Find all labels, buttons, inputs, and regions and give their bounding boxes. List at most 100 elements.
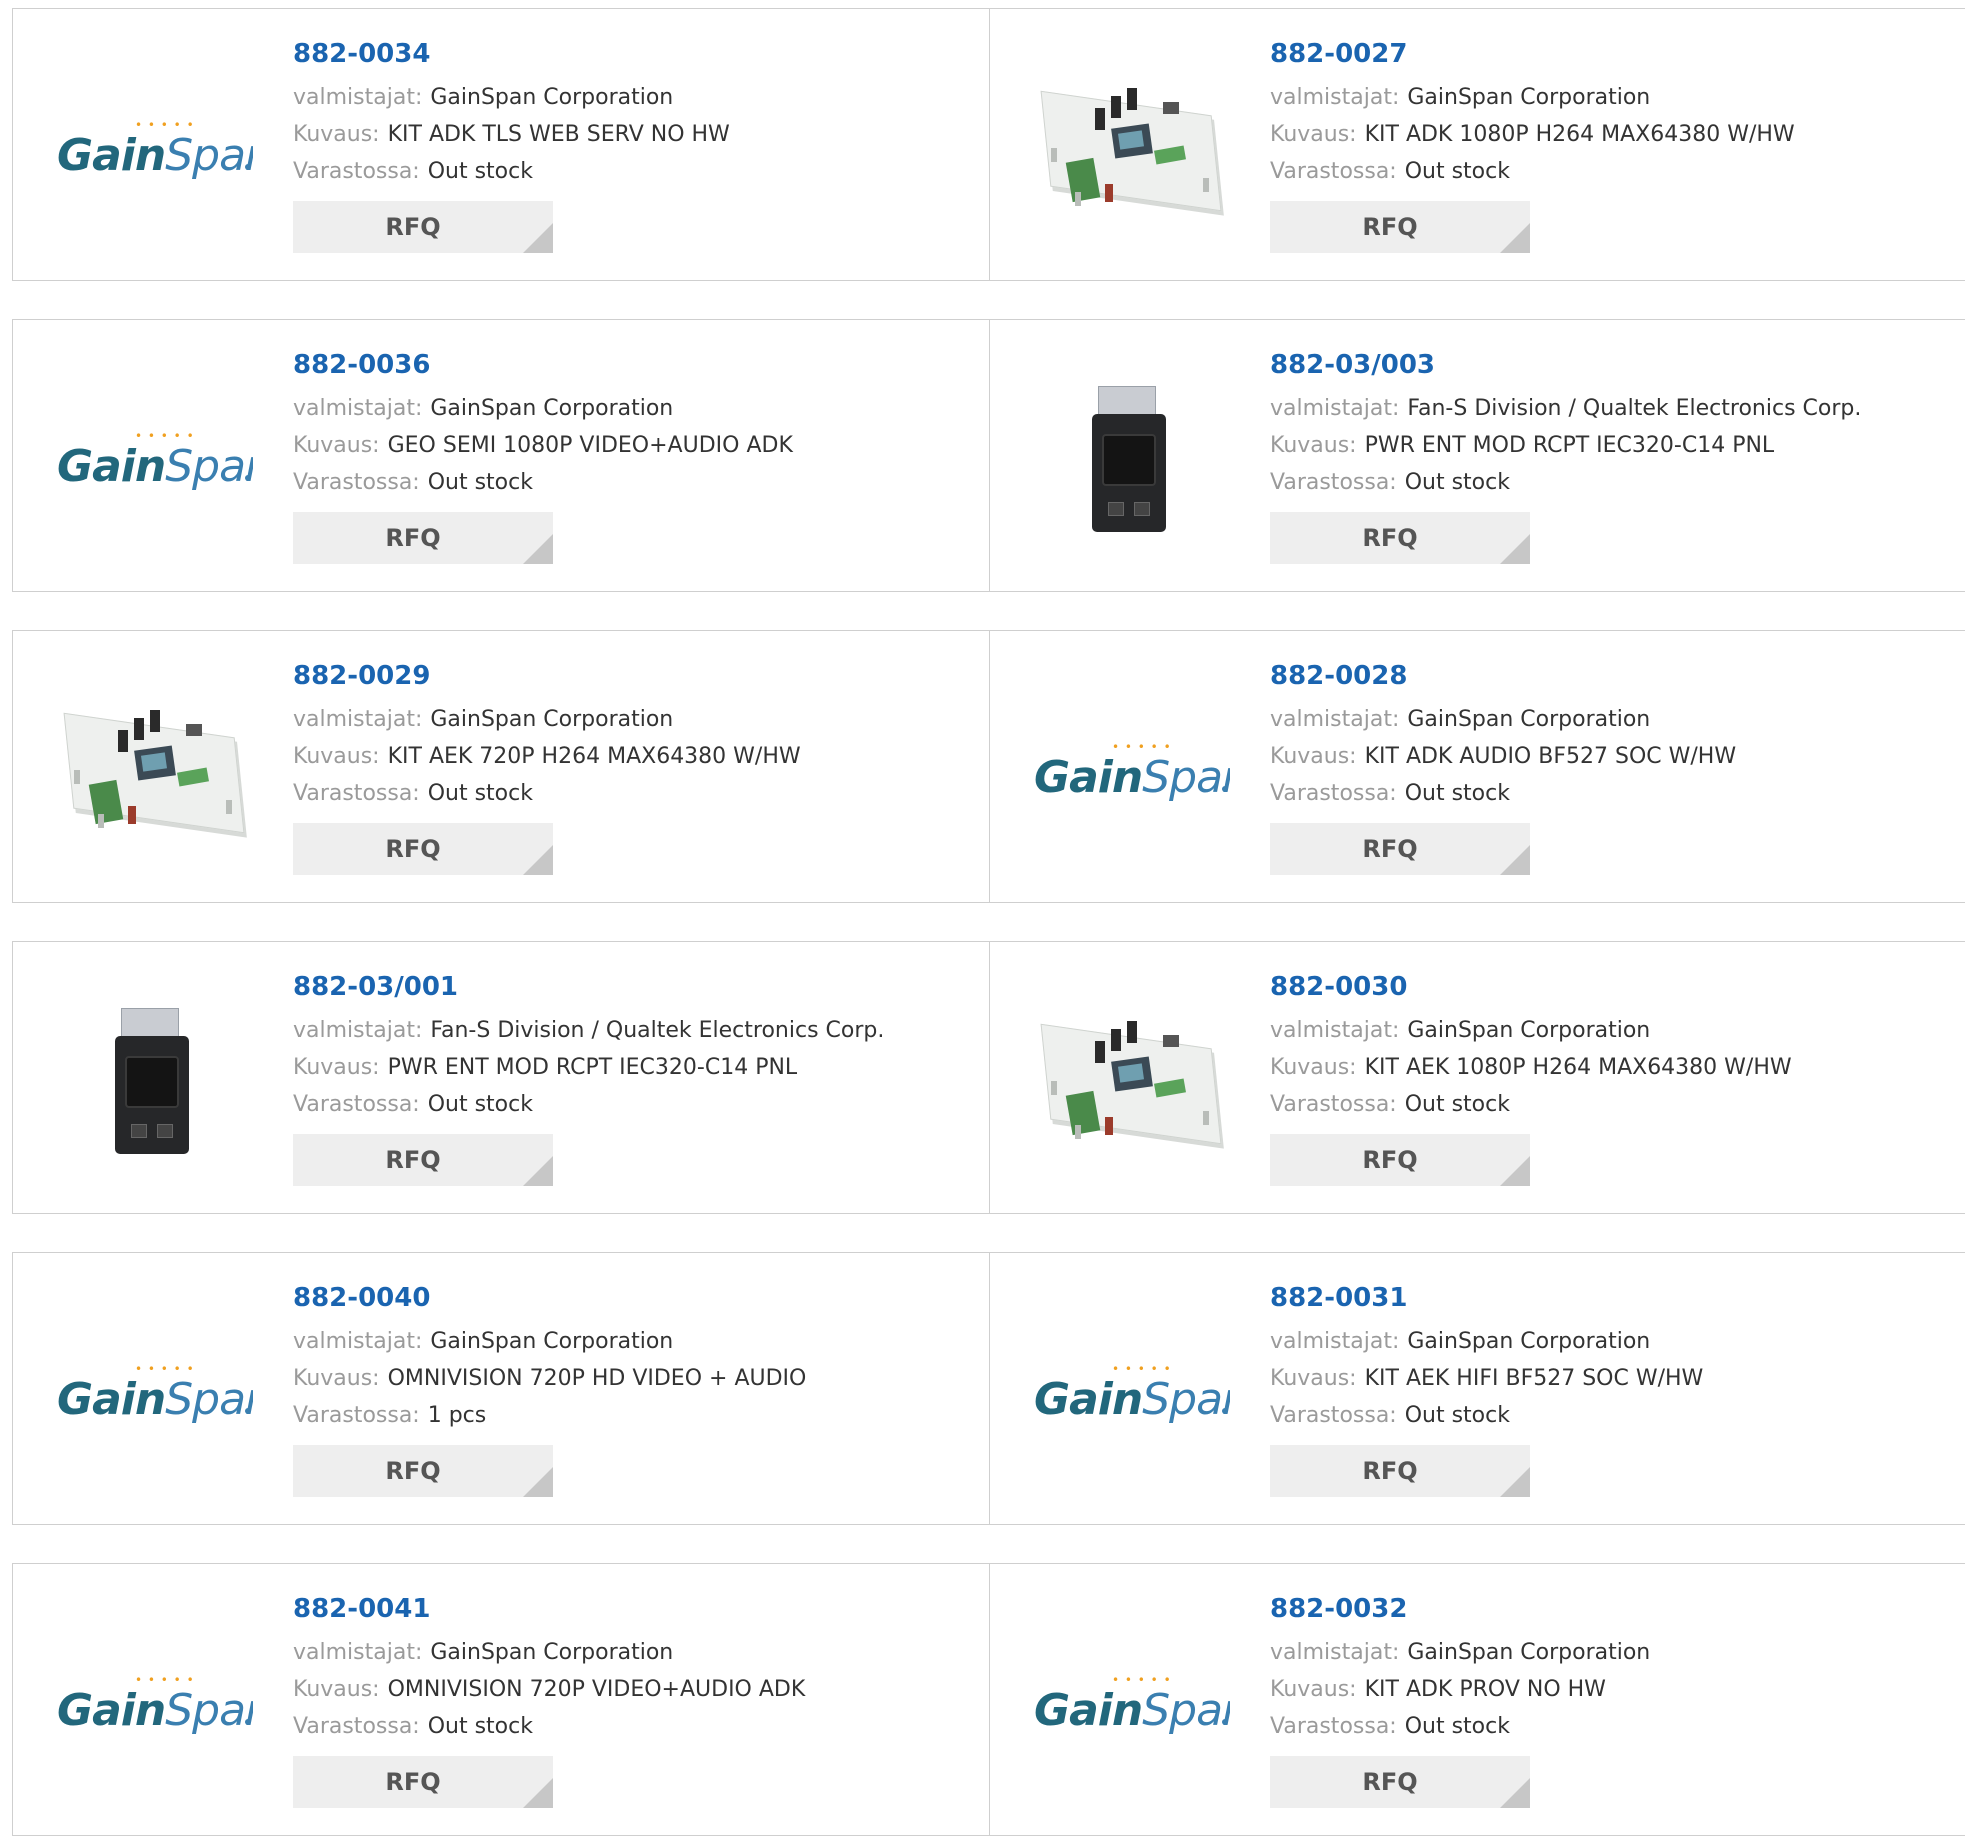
stock-label: Varastossa: — [1270, 1403, 1397, 1428]
part-number-link[interactable]: 882-0041 — [293, 1592, 805, 1626]
manufacturer-label: valmistajat: — [1270, 396, 1400, 421]
stock-value: Out stock — [1404, 159, 1510, 184]
manufacturer-line: valmistajat: GainSpan Corporation — [1270, 79, 1795, 116]
rfq-button[interactable]: RFQ — [293, 1134, 553, 1186]
power-entry-module-photo — [103, 1002, 203, 1162]
manufacturer-value: GainSpan Corporation — [430, 1640, 674, 1665]
manufacturer-label: valmistajat: — [293, 1640, 423, 1665]
description-label: Kuvaus: — [1270, 1366, 1357, 1391]
product-image[interactable] — [1030, 982, 1230, 1182]
rfq-button[interactable]: RFQ — [1270, 1445, 1530, 1497]
rfq-label: RFQ — [1362, 1768, 1418, 1796]
rfq-label: RFQ — [1362, 524, 1418, 552]
product-image[interactable] — [1030, 49, 1230, 249]
gainspan-logo: • • • • • GainSpan — [53, 1669, 253, 1739]
product-image[interactable]: • • • • • GainSpan — [53, 1293, 253, 1493]
product-row: 882-03/001 valmistajat: Fan-S Division / Q… — [12, 941, 1965, 1214]
manufacturer-value: GainSpan Corporation — [430, 707, 674, 732]
part-number-link[interactable]: 882-0034 — [293, 37, 730, 71]
product-image[interactable]: • • • • • GainSpan — [53, 49, 253, 249]
part-number-link[interactable]: 882-0040 — [293, 1281, 806, 1315]
rfq-button[interactable]: RFQ — [1270, 1134, 1530, 1186]
product-image[interactable]: • • • • • GainSpan — [1030, 671, 1230, 871]
product-row: • • • • • GainSpan 882-0041 valmistajat: G… — [12, 1563, 1965, 1836]
rfq-button[interactable]: RFQ — [1270, 201, 1530, 253]
description-value: KIT AEK 1080P H264 MAX64380 W/HW — [1364, 1055, 1792, 1080]
rfq-button[interactable]: RFQ — [293, 512, 553, 564]
description-label: Kuvaus: — [1270, 744, 1357, 769]
dev-board-photo — [1035, 1007, 1225, 1157]
product-info: 882-0028 valmistajat: GainSpan Corporation… — [1270, 659, 1736, 875]
product-image[interactable]: • • • • • GainSpan — [53, 1604, 253, 1804]
description-label: Kuvaus: — [1270, 433, 1357, 458]
stock-line: Varastossa: Out stock — [293, 153, 730, 190]
manufacturer-value: GainSpan Corporation — [430, 396, 674, 421]
rfq-button[interactable]: RFQ — [1270, 823, 1530, 875]
product-info: 882-03/003 valmistajat: Fan-S Division / Q… — [1270, 348, 1861, 564]
part-number-link[interactable]: 882-0028 — [1270, 659, 1736, 693]
part-number-link[interactable]: 882-03/003 — [1270, 348, 1861, 382]
description-line: Kuvaus: KIT ADK TLS WEB SERV NO HW — [293, 116, 730, 153]
description-value: PWR ENT MOD RCPT IEC320-C14 PNL — [387, 1055, 798, 1080]
description-line: Kuvaus: KIT ADK 1080P H264 MAX64380 W/HW — [1270, 116, 1795, 153]
rfq-button[interactable]: RFQ — [293, 1756, 553, 1808]
rfq-label: RFQ — [385, 524, 441, 552]
part-number-link[interactable]: 882-03/001 — [293, 970, 884, 1004]
manufacturer-line: valmistajat: GainSpan Corporation — [293, 701, 801, 738]
product-card: • • • • • GainSpan 882-0041 valmistajat: G… — [12, 1563, 990, 1836]
product-image[interactable] — [53, 671, 253, 871]
dev-board-photo — [1035, 74, 1225, 224]
product-image[interactable] — [53, 982, 253, 1182]
description-value: OMNIVISION 720P HD VIDEO + AUDIO — [387, 1366, 807, 1391]
product-row: • • • • • GainSpan 882-0036 valmistajat: G… — [12, 319, 1965, 592]
product-image[interactable] — [1030, 360, 1230, 560]
stock-line: Varastossa: Out stock — [1270, 153, 1795, 190]
rfq-button[interactable]: RFQ — [293, 1445, 553, 1497]
part-number-link[interactable]: 882-0030 — [1270, 970, 1792, 1004]
dev-board-photo — [58, 696, 248, 846]
power-entry-module-photo — [1080, 380, 1180, 540]
product-info: 882-0031 valmistajat: GainSpan Corporation… — [1270, 1281, 1703, 1497]
description-line: Kuvaus: KIT ADK PROV NO HW — [1270, 1671, 1650, 1708]
rfq-label: RFQ — [385, 835, 441, 863]
manufacturer-line: valmistajat: GainSpan Corporation — [1270, 1012, 1792, 1049]
rfq-label: RFQ — [1362, 835, 1418, 863]
rfq-button[interactable]: RFQ — [293, 201, 553, 253]
description-line: Kuvaus: KIT AEK 1080P H264 MAX64380 W/HW — [1270, 1049, 1792, 1086]
stock-value: Out stock — [427, 159, 533, 184]
part-number-link[interactable]: 882-0031 — [1270, 1281, 1703, 1315]
rfq-corner-decoration — [523, 534, 553, 564]
manufacturer-line: valmistajat: GainSpan Corporation — [293, 1634, 805, 1671]
rfq-button[interactable]: RFQ — [1270, 1756, 1530, 1808]
stock-line: Varastossa: Out stock — [293, 1086, 884, 1123]
description-line: Kuvaus: PWR ENT MOD RCPT IEC320-C14 PNL — [1270, 427, 1861, 464]
product-image[interactable]: • • • • • GainSpan — [1030, 1604, 1230, 1804]
rfq-corner-decoration — [1500, 1467, 1530, 1497]
description-value: KIT ADK 1080P H264 MAX64380 W/HW — [1364, 122, 1795, 147]
part-number-link[interactable]: 882-0027 — [1270, 37, 1795, 71]
product-card: 882-03/003 valmistajat: Fan-S Division / Q… — [990, 319, 1965, 592]
rfq-label: RFQ — [1362, 1457, 1418, 1485]
product-image[interactable]: • • • • • GainSpan — [1030, 1293, 1230, 1493]
manufacturer-line: valmistajat: GainSpan Corporation — [1270, 701, 1736, 738]
product-row: • • • • • GainSpan 882-0034 valmistajat: G… — [12, 8, 1965, 281]
gainspan-logo: • • • • • GainSpan — [1030, 1669, 1230, 1739]
part-number-link[interactable]: 882-0036 — [293, 348, 793, 382]
description-line: Kuvaus: OMNIVISION 720P HD VIDEO + AUDIO — [293, 1360, 806, 1397]
stock-label: Varastossa: — [293, 159, 420, 184]
rfq-button[interactable]: RFQ — [1270, 512, 1530, 564]
stock-line: Varastossa: Out stock — [1270, 775, 1736, 812]
rfq-button[interactable]: RFQ — [293, 823, 553, 875]
description-line: Kuvaus: KIT AEK 720P H264 MAX64380 W/HW — [293, 738, 801, 775]
product-card: • • • • • GainSpan 882-0036 valmistajat: G… — [12, 319, 990, 592]
description-value: KIT ADK AUDIO BF527 SOC W/HW — [1364, 744, 1737, 769]
part-number-link[interactable]: 882-0029 — [293, 659, 801, 693]
part-number-link[interactable]: 882-0032 — [1270, 1592, 1650, 1626]
description-value: PWR ENT MOD RCPT IEC320-C14 PNL — [1364, 433, 1775, 458]
rfq-label: RFQ — [1362, 1146, 1418, 1174]
manufacturer-label: valmistajat: — [293, 707, 423, 732]
product-image[interactable]: • • • • • GainSpan — [53, 360, 253, 560]
stock-value: Out stock — [1404, 1714, 1510, 1739]
description-label: Kuvaus: — [293, 1366, 380, 1391]
gainspan-logo: • • • • • GainSpan — [53, 1358, 253, 1428]
